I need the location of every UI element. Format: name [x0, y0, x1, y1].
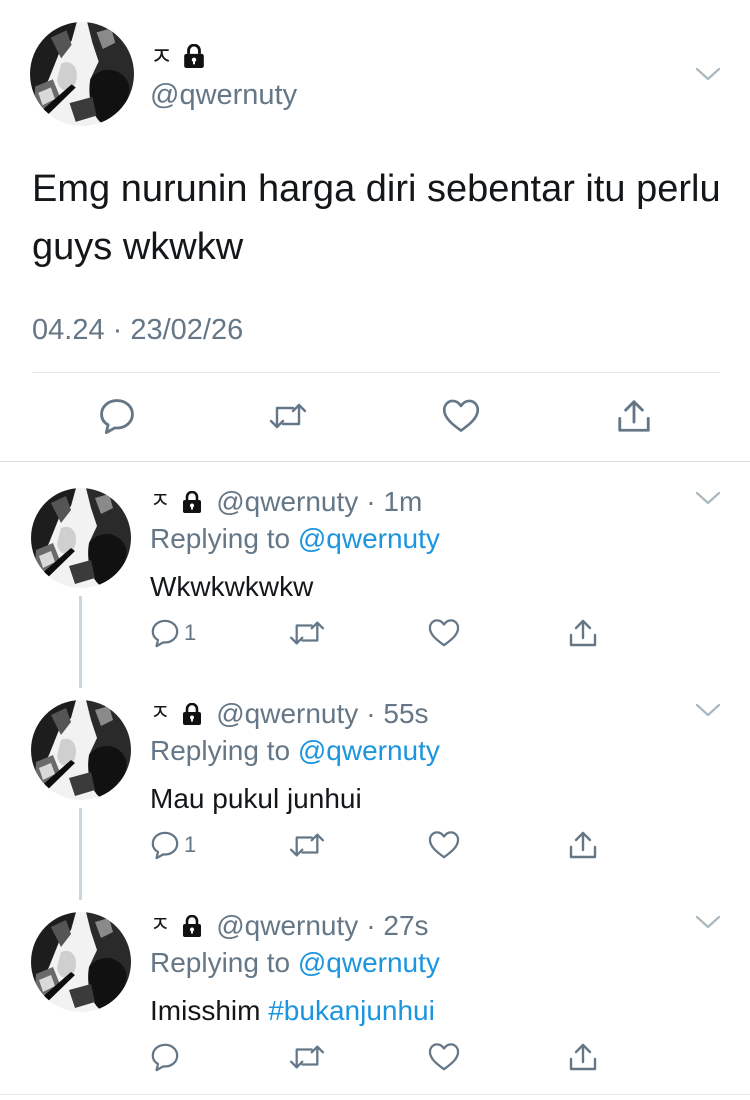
replying-to: Replying to @qwernuty — [150, 946, 440, 980]
retweet-icon — [268, 398, 308, 434]
mention-link[interactable]: @qwernuty — [298, 523, 440, 554]
replying-to: Replying to @qwernuty — [150, 522, 440, 556]
retweet-button[interactable] — [268, 396, 308, 436]
heart-icon — [442, 398, 480, 434]
tweet-text: Emg nurunin harga diri sebentar itu perl… — [32, 168, 721, 268]
reply-tweet[interactable]: ㅈ @qwernuty · 1m Replying to @qwernuty W… — [0, 464, 750, 688]
author-handle[interactable]: @qwernuty — [150, 78, 297, 112]
reply-tweet[interactable]: ㅈ @qwernuty · 55s Replying to @qwernuty … — [0, 676, 750, 900]
reply-time[interactable]: · 27s — [366, 909, 428, 943]
reply-text: Imisshim #bukanjunhui — [150, 994, 435, 1028]
share-icon — [567, 1041, 599, 1073]
chevron-down-icon[interactable] — [695, 66, 721, 82]
display-name: ㅈ — [150, 41, 174, 71]
like-button[interactable] — [428, 1040, 460, 1074]
avatar-image — [31, 912, 131, 1012]
avatar[interactable] — [31, 700, 131, 800]
reply-header: ㅈ @qwernuty · 1m — [150, 484, 422, 520]
reply-count: 1 — [184, 620, 197, 645]
reply-header: ㅈ @qwernuty · 27s — [150, 908, 429, 944]
share-button[interactable] — [567, 616, 599, 650]
heart-icon — [428, 618, 460, 648]
retweet-button[interactable] — [288, 1040, 326, 1074]
author-handle[interactable]: @qwernuty — [216, 485, 358, 519]
avatar-image — [31, 700, 131, 800]
reply-button[interactable] — [97, 396, 137, 436]
avatar[interactable] — [31, 488, 131, 588]
reply-icon — [98, 397, 136, 435]
author-handle[interactable]: @qwernuty — [216, 697, 358, 731]
display-name[interactable]: ㅈ — [150, 703, 170, 725]
reply-tweet[interactable]: ㅈ @qwernuty · 27s Replying to @qwernuty … — [0, 888, 750, 1100]
like-button[interactable] — [428, 616, 460, 650]
lock-icon — [183, 44, 205, 68]
reply-button[interactable] — [150, 1040, 184, 1074]
display-name[interactable]: ㅈ — [150, 491, 170, 513]
avatar[interactable] — [31, 912, 131, 1012]
retweet-icon — [288, 830, 326, 860]
reply-time[interactable]: · 1m — [366, 485, 422, 519]
replying-to-label: Replying to — [150, 735, 291, 766]
chevron-down-icon[interactable] — [695, 702, 721, 718]
share-icon — [567, 829, 599, 861]
lock-icon — [182, 915, 202, 937]
reply-icon — [150, 1042, 180, 1072]
divider — [32, 372, 720, 373]
mention-link[interactable]: @qwernuty — [298, 947, 440, 978]
replying-to-label: Replying to — [150, 523, 291, 554]
reply-text: Mau pukul junhui — [150, 782, 362, 816]
share-icon — [567, 617, 599, 649]
section-divider — [0, 461, 750, 462]
share-button[interactable] — [567, 828, 599, 862]
bottom-divider — [0, 1094, 750, 1095]
retweet-button[interactable] — [288, 828, 326, 862]
heart-icon — [428, 830, 460, 860]
like-button[interactable] — [428, 828, 460, 862]
reply-body: Wkwkwkwkw — [150, 571, 314, 602]
chevron-down-icon[interactable] — [695, 490, 721, 506]
thread-line — [79, 808, 82, 900]
heart-icon — [428, 1042, 460, 1072]
author-handle[interactable]: @qwernuty — [216, 909, 358, 943]
avatar[interactable] — [30, 22, 134, 126]
reply-body: Mau pukul junhui — [150, 783, 362, 814]
retweet-icon — [288, 618, 326, 648]
reply-body: Imisshim — [150, 995, 269, 1026]
mention-link[interactable]: @qwernuty — [298, 735, 440, 766]
reply-count: 1 — [184, 832, 197, 857]
reply-text: Wkwkwkwkw — [150, 570, 313, 604]
share-button[interactable] — [614, 396, 654, 436]
replying-to-label: Replying to — [150, 947, 291, 978]
main-tweet: ㅈ @qwernuty Emg nurunin harga diri seben… — [0, 0, 750, 462]
replying-to: Replying to @qwernuty — [150, 734, 440, 768]
share-button[interactable] — [567, 1040, 599, 1074]
like-button[interactable] — [441, 396, 481, 436]
lock-icon — [182, 703, 202, 725]
reply-button[interactable]: 1 — [150, 616, 196, 650]
reply-icon — [150, 618, 180, 648]
reply-icon — [150, 830, 180, 860]
avatar-image — [31, 488, 131, 588]
thread-line — [79, 596, 82, 688]
display-name[interactable]: ㅈ — [150, 915, 170, 937]
hashtag-link[interactable]: #bukanjunhui — [268, 995, 435, 1026]
author-name-row[interactable]: ㅈ — [150, 40, 205, 72]
lock-icon — [182, 491, 202, 513]
reply-time[interactable]: · 55s — [366, 697, 428, 731]
tweet-timestamp[interactable]: 04.24 · 23/02/26 — [32, 312, 243, 348]
retweet-icon — [288, 1042, 326, 1072]
reply-button[interactable]: 1 — [150, 828, 196, 862]
share-icon — [615, 397, 653, 435]
reply-header: ㅈ @qwernuty · 55s — [150, 696, 429, 732]
chevron-down-icon[interactable] — [695, 914, 721, 930]
avatar-image — [30, 22, 134, 126]
retweet-button[interactable] — [288, 616, 326, 650]
